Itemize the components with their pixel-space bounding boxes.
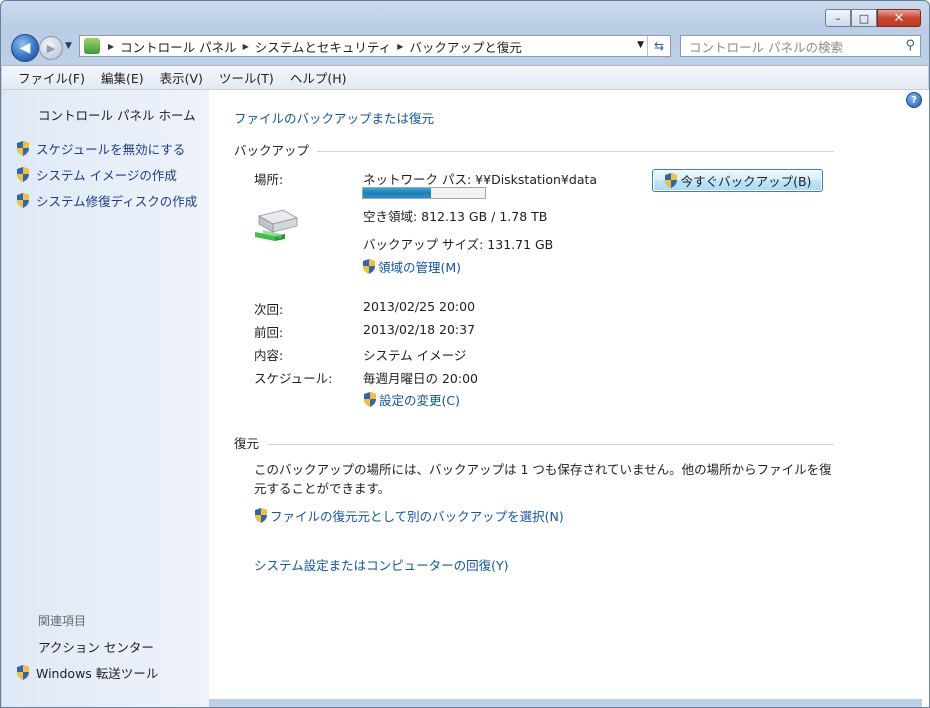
right-edge bbox=[922, 90, 929, 707]
next-backup-label: 次回: bbox=[254, 302, 284, 317]
breadcrumb-control-panel[interactable]: コントロール パネル bbox=[120, 37, 236, 56]
create-system-image-link[interactable]: システム イメージの作成 bbox=[16, 165, 177, 184]
recover-system-link[interactable]: システム設定またはコンピューターの回復(Y) bbox=[254, 555, 509, 574]
menu-file[interactable]: ファイル(F) bbox=[2, 68, 93, 87]
recent-pages-dropdown[interactable]: ▼ bbox=[65, 41, 72, 51]
close-icon: ✕ bbox=[893, 10, 905, 26]
contents-label: 内容: bbox=[254, 348, 284, 363]
uac-shield-icon bbox=[363, 392, 377, 407]
menu-help[interactable]: ヘルプ(H) bbox=[282, 68, 355, 87]
windows-transfer-link[interactable]: Windows 転送ツール bbox=[16, 663, 158, 682]
menu-tools[interactable]: ツール(T) bbox=[211, 68, 282, 87]
content-pane: ファイルのバックアップまたは復元 バックアップ 場所: ネットワーク パス: ¥… bbox=[209, 90, 922, 699]
arrow-right-icon: ▶ bbox=[46, 41, 56, 55]
caption-buttons: – □ ✕ bbox=[825, 9, 921, 27]
free-space-bar bbox=[362, 187, 486, 199]
contents-value: システム イメージ bbox=[363, 348, 467, 363]
breadcrumb-system-security[interactable]: システムとセキュリティ bbox=[255, 37, 391, 56]
uac-shield-icon bbox=[362, 259, 376, 274]
menu-bar: ファイル(F) 編集(E) 表示(V) ツール(T) ヘルプ(H) bbox=[2, 65, 928, 90]
uac-shield-icon bbox=[16, 193, 30, 208]
change-settings-link[interactable]: 設定の変更(C) bbox=[363, 390, 460, 409]
schedule-label: スケジュール: bbox=[254, 371, 333, 386]
backup-header-label: バックアップ bbox=[234, 143, 310, 158]
menu-view[interactable]: 表示(V) bbox=[152, 68, 211, 87]
breadcrumb-backup-restore[interactable]: バックアップと復元 bbox=[409, 37, 522, 56]
action-center-link[interactable]: アクション センター bbox=[38, 637, 154, 656]
control-panel-icon bbox=[84, 38, 100, 54]
address-dropdown-icon[interactable]: ▼ bbox=[637, 40, 644, 50]
uac-shield-icon bbox=[664, 173, 678, 188]
close-button[interactable]: ✕ bbox=[877, 9, 921, 27]
uac-shield-icon bbox=[254, 508, 268, 523]
create-repair-disc-link[interactable]: システム修復ディスクの作成 bbox=[16, 191, 197, 210]
breadcrumb-chevron-icon[interactable]: ▶ bbox=[243, 42, 249, 51]
last-backup-value: 2013/02/18 20:37 bbox=[363, 322, 476, 337]
help-icon[interactable]: ? bbox=[906, 92, 922, 108]
page-title: ファイルのバックアップまたは復元 bbox=[234, 111, 435, 126]
change-settings-label: 設定の変更(C) bbox=[379, 393, 460, 408]
address-bar[interactable]: ▶ コントロール パネル ▶ システムとセキュリティ ▶ バックアップと復元 ▼… bbox=[79, 35, 671, 57]
backup-section-header: バックアップ bbox=[234, 140, 834, 159]
uac-shield-icon bbox=[16, 167, 30, 182]
maximize-button[interactable]: □ bbox=[851, 9, 877, 27]
select-other-backup-link[interactable]: ファイルの復元元として別のバックアップを選択(N) bbox=[254, 506, 564, 525]
select-other-backup-label: ファイルの復元元として別のバックアップを選択(N) bbox=[270, 509, 564, 524]
breadcrumb-chevron-icon[interactable]: ▶ bbox=[397, 42, 403, 51]
drive-icon bbox=[255, 209, 299, 241]
refresh-button[interactable]: ⇆ bbox=[647, 36, 670, 56]
free-space-bar-fill bbox=[363, 188, 432, 198]
search-placeholder: コントロール パネルの検索 bbox=[689, 39, 843, 55]
search-icon[interactable]: ⚲ bbox=[905, 38, 915, 53]
forward-button[interactable]: ▶ bbox=[39, 36, 63, 60]
location-value: ネットワーク パス: ¥¥Diskstation¥data bbox=[363, 172, 598, 187]
backup-now-label: 今すぐバックアップ(B) bbox=[680, 174, 812, 189]
minimize-icon: – bbox=[835, 11, 841, 25]
restore-message: このバックアップの場所には、バックアップは 1 つも保存されていません。他の場所… bbox=[254, 462, 832, 496]
create-system-image-label: システム イメージの作成 bbox=[36, 168, 177, 183]
location-label: 場所: bbox=[254, 172, 284, 187]
control-panel-home-link[interactable]: コントロール パネル ホーム bbox=[38, 105, 196, 124]
next-backup-value: 2013/02/25 20:00 bbox=[363, 299, 476, 314]
section-divider bbox=[267, 443, 834, 445]
search-input[interactable]: コントロール パネルの検索 ⚲ bbox=[680, 35, 921, 57]
explorer-window: – □ ✕ ◀ ▶ ▼ ▶ コントロール パネル ▶ システムとセキュリティ ▶… bbox=[0, 0, 930, 708]
uac-shield-icon bbox=[16, 665, 30, 680]
refresh-icon: ⇆ bbox=[653, 39, 665, 53]
manage-space-label: 領域の管理(M) bbox=[378, 260, 462, 275]
minimize-button[interactable]: – bbox=[825, 9, 851, 27]
schedule-value: 毎週月曜日の 20:00 bbox=[363, 371, 478, 386]
create-repair-disc-label: システム修復ディスクの作成 bbox=[36, 194, 198, 209]
backup-size-text: バックアップ サイズ: 131.71 GB bbox=[363, 237, 554, 252]
disable-schedule-label: スケジュールを無効にする bbox=[36, 142, 186, 157]
disable-schedule-link[interactable]: スケジュールを無効にする bbox=[16, 139, 185, 158]
uac-shield-icon bbox=[16, 141, 30, 156]
manage-space-link[interactable]: 領域の管理(M) bbox=[362, 257, 461, 276]
windows-transfer-label: Windows 転送ツール bbox=[36, 666, 159, 681]
last-backup-label: 前回: bbox=[254, 325, 284, 340]
task-pane: コントロール パネル ホーム スケジュールを無効にする システム イメージの作成… bbox=[2, 90, 209, 707]
restore-section-header: 復元 bbox=[234, 433, 834, 452]
back-button[interactable]: ◀ bbox=[11, 34, 39, 62]
menu-edit[interactable]: 編集(E) bbox=[93, 68, 152, 87]
arrow-left-icon: ◀ bbox=[19, 40, 31, 56]
free-space-text: 空き領域: 812.13 GB / 1.78 TB bbox=[363, 209, 548, 224]
section-divider bbox=[317, 150, 834, 152]
related-header: 関連項目 bbox=[38, 614, 87, 628]
restore-header-label: 復元 bbox=[234, 436, 260, 451]
breadcrumb-chevron-icon[interactable]: ▶ bbox=[108, 42, 114, 51]
maximize-icon: □ bbox=[858, 11, 870, 25]
backup-now-button[interactable]: 今すぐバックアップ(B) bbox=[652, 169, 823, 192]
